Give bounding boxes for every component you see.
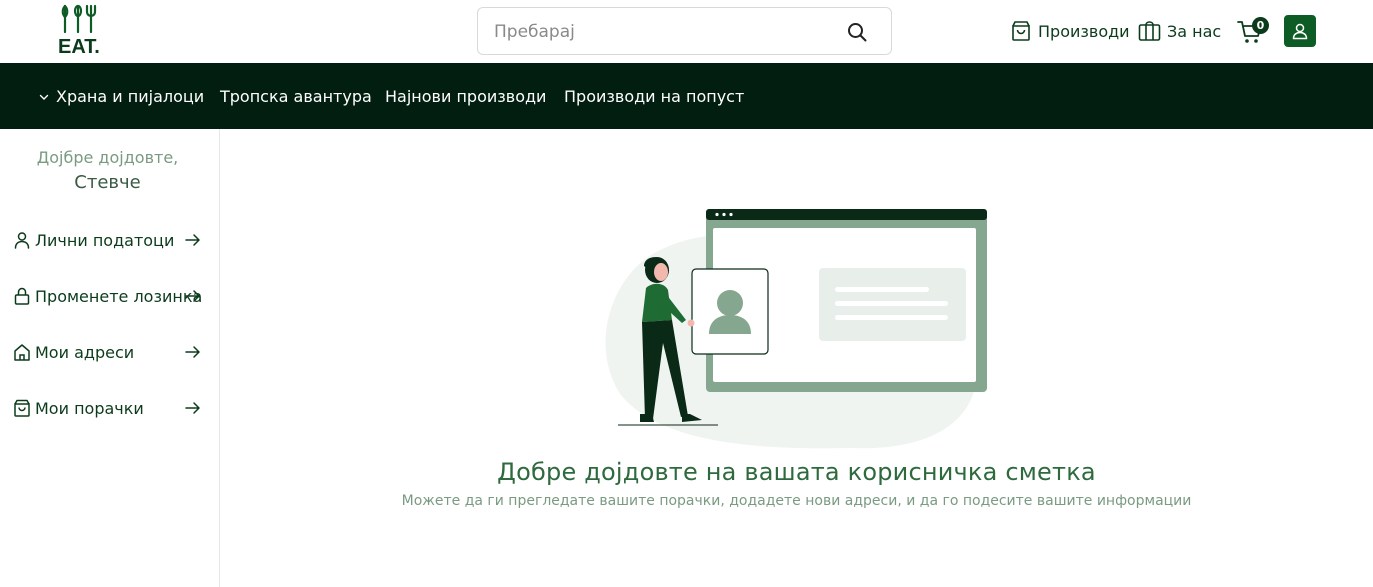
- category-label: Производи на попуст: [564, 87, 745, 106]
- sidebar-item-label: Променете лозинка: [35, 286, 203, 306]
- nav-about-link[interactable]: За нас: [1138, 18, 1221, 44]
- category-tropical-adventure[interactable]: Тропска авантура: [220, 87, 372, 106]
- sidebar-item-my-addresses[interactable]: Мои адреси: [12, 339, 204, 365]
- logo-text: EAT.: [58, 36, 100, 58]
- arrow-right-icon: [185, 234, 200, 246]
- shopping-bag-icon: [1012, 21, 1030, 41]
- search-icon[interactable]: [847, 22, 867, 42]
- header: EAT. Производи За нас 0: [0, 0, 1373, 63]
- user-icon: [1292, 23, 1308, 40]
- search-box: [477, 7, 892, 55]
- category-food-drinks[interactable]: Храна и пијалоци: [38, 87, 204, 106]
- nav-products-link[interactable]: Производи: [1010, 18, 1130, 44]
- search-input[interactable]: [494, 18, 824, 46]
- sidebar-item-label: Мои адреси: [35, 342, 135, 362]
- welcome-subtitle: Можете да ги прегледате вашите порачки, …: [401, 493, 1192, 509]
- category-newest-products[interactable]: Најнови производи: [385, 87, 546, 106]
- welcome-text: Дојбре дојдовте,: [36, 148, 179, 167]
- sidebar-item-label: Лични податоци: [35, 230, 175, 250]
- arrow-right-icon: [185, 290, 200, 302]
- home-icon: [12, 342, 32, 362]
- sidebar-item-personal-data[interactable]: Лични податоци: [12, 227, 204, 253]
- logo[interactable]: EAT.: [58, 4, 100, 58]
- sidebar-item-change-password[interactable]: Променете лозинка: [12, 283, 204, 309]
- cart-count-badge: 0: [1252, 17, 1269, 34]
- account-button[interactable]: [1284, 15, 1316, 47]
- category-discount-products[interactable]: Производи на попуст: [564, 87, 744, 106]
- lock-icon: [12, 286, 32, 306]
- sidebar-item-label: Мои порачки: [35, 398, 144, 418]
- account-sidebar: Дојбре дојдовте, Стевче Лични податоци П…: [0, 129, 220, 587]
- category-bar: Храна и пијалоци Тропска авантура Најнов…: [0, 63, 1373, 129]
- welcome-title: Добре дојдовте на вашата корисничка смет…: [497, 458, 1096, 486]
- gift-icon: [1138, 21, 1161, 41]
- utensils-logo-icon: [61, 4, 97, 34]
- shopping-bag-icon: [12, 398, 32, 418]
- nav-products-label: Производи: [1038, 21, 1130, 41]
- cart-button[interactable]: 0: [1236, 16, 1270, 46]
- category-label: Храна и пијалоци: [56, 87, 205, 106]
- chevron-down-icon: [39, 94, 49, 100]
- category-label: Тропска авантура: [220, 87, 372, 106]
- nav-about-label: За нас: [1167, 21, 1222, 41]
- user-icon: [12, 230, 32, 250]
- arrow-right-icon: [185, 346, 200, 358]
- arrow-right-icon: [185, 402, 200, 414]
- sidebar-item-my-orders[interactable]: Мои порачки: [12, 395, 204, 421]
- profile-illustration: [605, 209, 987, 449]
- username: Стевче: [74, 172, 141, 193]
- category-label: Најнови производи: [385, 87, 547, 106]
